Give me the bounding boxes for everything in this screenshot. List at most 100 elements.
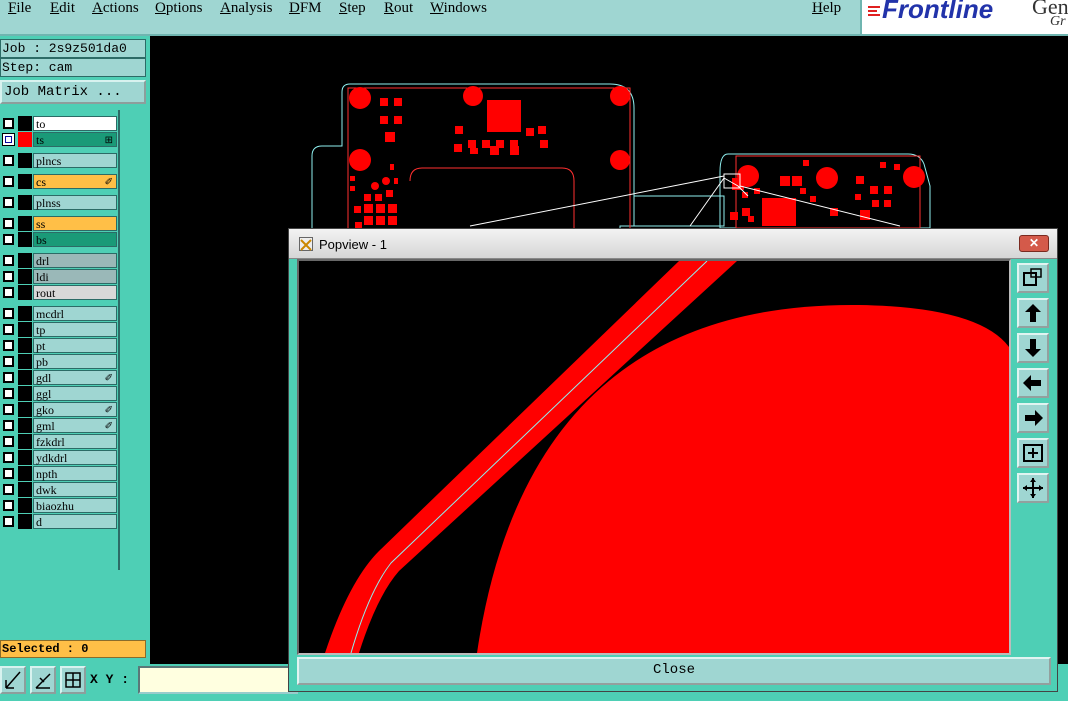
layer-row-dwk[interactable]: dwk xyxy=(0,482,118,497)
layer-checkbox[interactable] xyxy=(3,420,14,431)
layer-color-swatch[interactable] xyxy=(18,466,32,481)
menu-dfm[interactable]: DFM xyxy=(289,0,322,17)
layer-name[interactable]: d xyxy=(33,514,117,529)
layer-row-pb[interactable]: pb xyxy=(0,354,118,369)
grid-tool-button[interactable] xyxy=(60,666,86,694)
layer-row-pt[interactable]: pt xyxy=(0,338,118,353)
layer-checkbox[interactable] xyxy=(3,234,14,245)
layer-color-swatch[interactable] xyxy=(18,216,32,231)
layer-row-to[interactable]: to xyxy=(0,116,118,131)
layer-color-swatch[interactable] xyxy=(18,498,32,513)
layer-checkbox[interactable] xyxy=(3,271,14,282)
layer-name[interactable]: plncs xyxy=(33,153,117,168)
layer-name[interactable]: ydkdrl xyxy=(33,450,117,465)
menu-rout[interactable]: Rout xyxy=(384,0,413,17)
layer-checkbox[interactable] xyxy=(3,324,14,335)
layer-checkbox[interactable] xyxy=(2,133,15,146)
layer-checkbox[interactable] xyxy=(3,155,14,166)
popview-titlebar[interactable]: Popview - 1 ✕ xyxy=(289,229,1057,259)
layer-color-swatch[interactable] xyxy=(18,195,32,210)
menu-help[interactable]: Help xyxy=(812,0,841,17)
menu-edit[interactable]: Edit xyxy=(50,0,75,17)
layer-color-swatch[interactable] xyxy=(18,174,32,189)
layer-row-mcdrl[interactable]: mcdrl xyxy=(0,306,118,321)
layer-row-ggl[interactable]: ggl xyxy=(0,386,118,401)
layer-name[interactable]: pb xyxy=(33,354,117,369)
layer-color-swatch[interactable] xyxy=(18,386,32,401)
pan-right-button[interactable] xyxy=(1017,403,1049,433)
menu-windows[interactable]: Windows xyxy=(430,0,487,17)
layer-name[interactable]: plnss xyxy=(33,195,117,210)
layer-row-gml[interactable]: gml ✐ xyxy=(0,418,118,433)
layer-name[interactable]: gko ✐ xyxy=(33,402,117,417)
layer-name[interactable]: fzkdrl xyxy=(33,434,117,449)
layer-row-biaozhu[interactable]: biaozhu xyxy=(0,498,118,513)
layer-row-plncs[interactable]: plncs xyxy=(0,153,118,168)
layer-row-drl[interactable]: drl xyxy=(0,253,118,268)
layer-row-fzkdrl[interactable]: fzkdrl xyxy=(0,434,118,449)
layer-color-swatch[interactable] xyxy=(18,338,32,353)
layer-color-swatch[interactable] xyxy=(18,434,32,449)
layer-color-swatch[interactable] xyxy=(18,450,32,465)
zoom-window-button[interactable] xyxy=(1017,263,1049,293)
layer-name[interactable]: gdl ✐ xyxy=(33,370,117,385)
layer-name[interactable]: drl xyxy=(33,253,117,268)
menu-file[interactable]: File xyxy=(8,0,31,17)
menu-actions[interactable]: Actions xyxy=(92,0,139,17)
layer-row-tp[interactable]: tp xyxy=(0,322,118,337)
layer-color-swatch[interactable] xyxy=(18,514,32,529)
layer-name[interactable]: cs ✐ xyxy=(33,174,117,189)
layer-row-ss[interactable]: ss xyxy=(0,216,118,231)
layer-name[interactable]: biaozhu xyxy=(33,498,117,513)
layer-row-plnss[interactable]: plnss xyxy=(0,195,118,210)
layer-checkbox[interactable] xyxy=(3,197,14,208)
layer-checkbox[interactable] xyxy=(3,484,14,495)
layer-checkbox[interactable] xyxy=(3,308,14,319)
layer-name[interactable]: ggl xyxy=(33,386,117,401)
layer-name[interactable]: rout xyxy=(33,285,117,300)
layer-name[interactable]: mcdrl xyxy=(33,306,117,321)
layer-color-swatch[interactable] xyxy=(18,253,32,268)
layer-checkbox[interactable] xyxy=(3,255,14,266)
measure-tool-button[interactable] xyxy=(0,666,26,694)
layer-color-swatch[interactable] xyxy=(18,116,32,131)
layer-color-swatch[interactable] xyxy=(18,402,32,417)
layer-checkbox[interactable] xyxy=(3,118,14,129)
layer-name[interactable]: tp xyxy=(33,322,117,337)
layer-checkbox[interactable] xyxy=(3,436,14,447)
layer-checkbox[interactable] xyxy=(3,372,14,383)
layer-row-gdl[interactable]: gdl ✐ xyxy=(0,370,118,385)
layer-color-swatch[interactable] xyxy=(18,418,32,433)
layer-row-rout[interactable]: rout xyxy=(0,285,118,300)
zoom-center-button[interactable] xyxy=(1017,473,1049,503)
layer-name[interactable]: gml ✐ xyxy=(33,418,117,433)
layer-checkbox[interactable] xyxy=(3,340,14,351)
pan-up-button[interactable] xyxy=(1017,298,1049,328)
layer-color-swatch[interactable] xyxy=(18,269,32,284)
layer-checkbox[interactable] xyxy=(3,356,14,367)
menu-options[interactable]: Options xyxy=(155,0,203,17)
layer-checkbox[interactable] xyxy=(3,452,14,463)
pan-left-button[interactable] xyxy=(1017,368,1049,398)
layer-row-cs[interactable]: cs ✐ xyxy=(0,174,118,189)
menu-analysis[interactable]: Analysis xyxy=(220,0,273,17)
layer-color-swatch[interactable] xyxy=(18,482,32,497)
layer-checkbox[interactable] xyxy=(3,500,14,511)
layer-name[interactable]: to xyxy=(33,116,117,131)
layer-color-swatch[interactable] xyxy=(18,370,32,385)
layer-checkbox[interactable] xyxy=(3,516,14,527)
layer-name[interactable]: npth xyxy=(33,466,117,481)
zoom-fit-button[interactable] xyxy=(1017,438,1049,468)
layer-row-d[interactable]: d xyxy=(0,514,118,529)
xy-coordinate-field[interactable] xyxy=(138,666,298,694)
layer-row-npth[interactable]: npth xyxy=(0,466,118,481)
layer-name[interactable]: bs xyxy=(33,232,117,247)
layer-row-gko[interactable]: gko ✐ xyxy=(0,402,118,417)
layer-checkbox[interactable] xyxy=(3,176,14,187)
layer-checkbox[interactable] xyxy=(3,388,14,399)
layer-row-ldi[interactable]: ldi xyxy=(0,269,118,284)
layer-name[interactable]: ldi xyxy=(33,269,117,284)
layer-checkbox[interactable] xyxy=(3,468,14,479)
layer-checkbox[interactable] xyxy=(3,404,14,415)
popview-close-icon[interactable]: ✕ xyxy=(1019,235,1049,252)
